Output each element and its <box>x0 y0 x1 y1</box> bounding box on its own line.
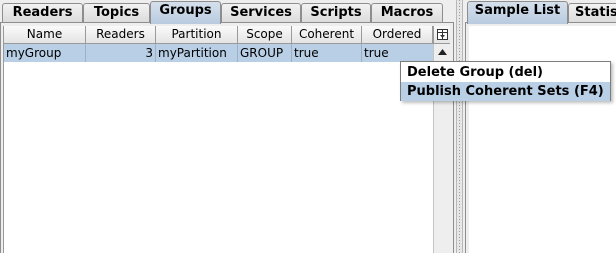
arrow-up-icon[interactable] <box>434 44 450 60</box>
table-row[interactable]: myGroup 3 myPartition GROUP true true <box>4 44 433 62</box>
pane-splitter[interactable] <box>456 0 463 253</box>
column-header-scope[interactable]: Scope <box>238 26 292 43</box>
cell-scope: GROUP <box>238 44 292 62</box>
cell-readers: 3 <box>86 44 156 62</box>
tab-statistics[interactable]: Statis <box>568 3 616 22</box>
tab-sample-list[interactable]: Sample List <box>467 1 568 24</box>
cell-ordered: true <box>364 46 389 60</box>
tab-macros[interactable]: Macros <box>371 3 443 22</box>
tab-topics[interactable]: Topics <box>83 3 150 22</box>
tab-readers[interactable]: Readers <box>2 3 83 22</box>
table-header: Name Readers Partition Scope Coherent Or… <box>4 26 433 44</box>
right-pane: Sample List Statis <box>463 0 616 253</box>
column-header-readers[interactable]: Readers <box>86 26 156 43</box>
context-menu: Delete Group (del) Publish Coherent Sets… <box>400 61 611 101</box>
menu-item-publish-coherent-sets[interactable]: Publish Coherent Sets (F4) <box>401 82 610 101</box>
column-header-coherent[interactable]: Coherent <box>292 26 362 43</box>
cell-name: myGroup <box>4 44 86 62</box>
splitter-grip <box>459 0 460 253</box>
cell-partition: myPartition <box>156 44 238 62</box>
column-header-partition[interactable]: Partition <box>156 26 238 43</box>
column-header-name[interactable]: Name <box>4 26 86 43</box>
tab-services[interactable]: Services <box>221 3 301 22</box>
left-pane: Readers Topics Groups Services Scripts M… <box>0 0 456 253</box>
tab-scripts[interactable]: Scripts <box>301 3 371 22</box>
column-header-ordered[interactable]: Ordered <box>362 26 433 43</box>
tab-groups[interactable]: Groups <box>150 1 221 24</box>
groups-table[interactable]: Name Readers Partition Scope Coherent Or… <box>3 26 450 253</box>
app-window: Readers Topics Groups Services Scripts M… <box>0 0 616 253</box>
left-tabstrip: Readers Topics Groups Services Scripts M… <box>0 0 456 24</box>
menu-item-delete-group[interactable]: Delete Group (del) <box>401 63 610 82</box>
cell-coherent: true <box>292 44 362 62</box>
column-chooser-icon[interactable] <box>433 26 450 44</box>
sample-list-panel <box>465 22 616 253</box>
